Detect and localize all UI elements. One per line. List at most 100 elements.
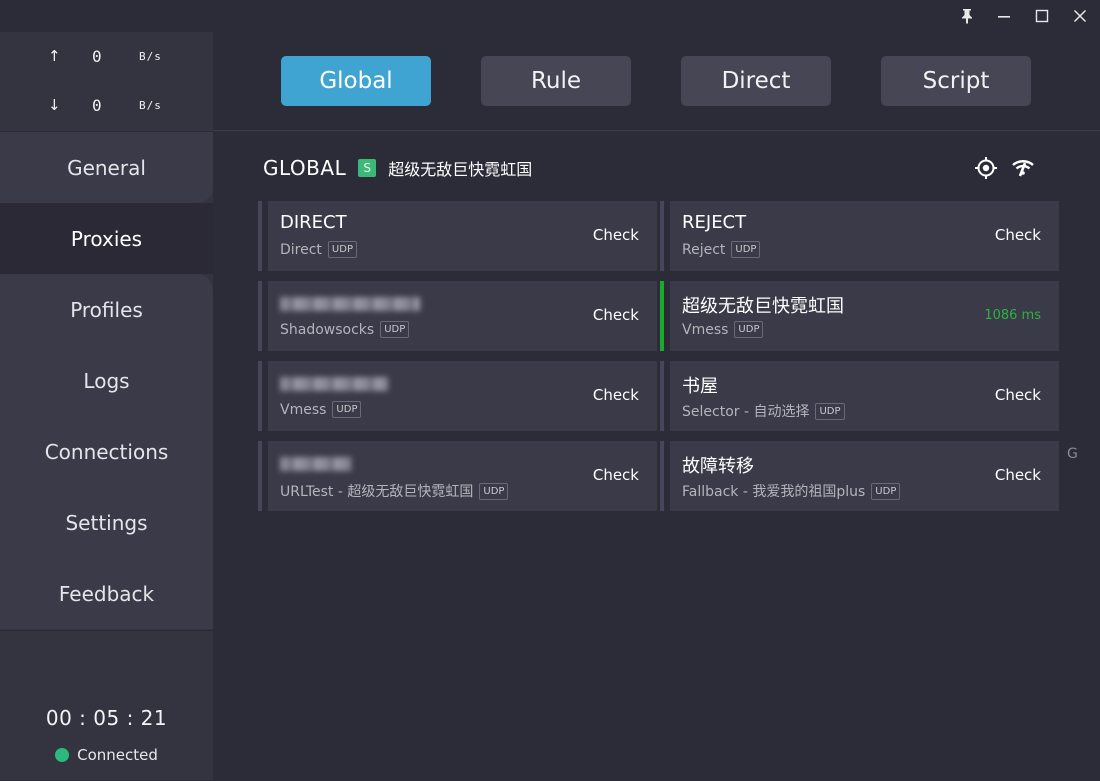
udp-badge: UDP [327, 241, 357, 258]
mode-rule-button[interactable]: Rule [481, 56, 631, 106]
nav-label: Logs [83, 368, 130, 393]
proxy-card-shadowsocks[interactable]: Shadowsocks UDP Check [258, 281, 657, 351]
nav-item-feedback[interactable]: Feedback [0, 558, 213, 629]
proxy-type-label: Fallback - 我爱我的祖国plus [682, 484, 866, 500]
proxy-card-direct[interactable]: DIRECT Direct UDP Check [258, 201, 657, 271]
proxy-group-header: GLOBAL S 超级无敌巨快霓虹国 [263, 153, 532, 183]
nav-item-settings[interactable]: Settings [0, 487, 213, 558]
proxy-type: URLTest - 超级无敌巨快霓虹国 UDP [280, 481, 509, 501]
locate-icon[interactable] [973, 155, 999, 181]
udp-badge: UDP [332, 401, 362, 418]
proxy-type: Fallback - 我爱我的祖国plus UDP [682, 481, 901, 501]
close-icon[interactable] [1067, 4, 1093, 28]
maximize-icon[interactable] [1029, 4, 1055, 28]
mode-global-button[interactable]: Global [281, 56, 431, 106]
udp-badge: UDP [380, 321, 410, 338]
check-button[interactable]: Check [593, 386, 639, 404]
proxy-type: Shadowsocks UDP [280, 321, 410, 338]
proxy-card-urltest[interactable]: URLTest - 超级无敌巨快霓虹国 UDP Check [258, 441, 657, 511]
proxy-type-label: Selector - 自动选择 [682, 404, 810, 420]
status-label: Connected [77, 746, 158, 764]
uptime-timer: 00 : 05 : 21 [45, 706, 168, 730]
nav-item-general[interactable]: General [0, 132, 213, 203]
udp-badge: UDP [815, 402, 845, 420]
proxy-name: DIRECT [280, 212, 347, 233]
proxy-type-label: Vmess [280, 401, 327, 418]
latency-value: 1086 ms [984, 308, 1041, 323]
card-indicator [660, 201, 664, 271]
connection-status: Connected [0, 746, 213, 764]
proxy-name: 故障转移 [682, 456, 754, 477]
main-panel: Global Rule Direct Script GLOBAL S 超级无敌巨… [213, 32, 1100, 780]
card-indicator-active [660, 281, 664, 351]
proxy-type-label: URLTest - 超级无敌巨快霓虹国 [280, 484, 474, 500]
card-indicator [660, 441, 664, 511]
download-arrow-icon: ↓ [48, 96, 61, 114]
proxy-card-vmess[interactable]: Vmess UDP Check [258, 361, 657, 431]
proxy-type: Vmess UDP [280, 401, 362, 418]
proxy-type: Selector - 自动选择 UDP [682, 401, 845, 421]
upload-speed: ↑ 0 B/s [0, 47, 213, 67]
card-indicator [258, 281, 262, 351]
nav-label: General [67, 155, 146, 180]
proxy-card-selector[interactable]: 书屋 Selector - 自动选择 UDP Check [660, 361, 1059, 431]
udp-badge: UDP [479, 482, 509, 500]
proxy-type-label: Vmess [682, 321, 729, 338]
download-speed: ↓ 0 B/s [0, 96, 213, 116]
mode-script-button[interactable]: Script [881, 56, 1031, 106]
nav-label: Proxies [70, 226, 143, 251]
group-type-badge: S [358, 159, 377, 177]
check-button[interactable]: Check [593, 306, 639, 324]
proxy-name: REJECT [682, 212, 747, 233]
sidebar: ↑ 0 B/s ↓ 0 B/s General Proxies Profiles… [0, 32, 213, 780]
mode-selector: Global Rule Direct Script [213, 32, 1100, 131]
minimize-icon[interactable] [991, 4, 1017, 28]
proxy-card-fallback[interactable]: 故障转移 Fallback - 我爱我的祖国plus UDP Check [660, 441, 1059, 511]
card-indicator [258, 201, 262, 271]
nav-label: Connections [44, 439, 169, 464]
group-selected-proxy: 超级无敌巨快霓虹国 [388, 160, 533, 179]
mode-direct-button[interactable]: Direct [681, 56, 831, 106]
nav-item-connections[interactable]: Connections [0, 416, 213, 487]
traffic-speed-panel: ↑ 0 B/s ↓ 0 B/s [0, 32, 213, 132]
card-indicator [258, 361, 262, 431]
latency-test-icon[interactable] [1010, 155, 1036, 181]
nav-item-logs[interactable]: Logs [0, 345, 213, 416]
nav-item-profiles[interactable]: Profiles [0, 274, 213, 345]
check-button[interactable]: Check [593, 226, 639, 244]
title-bar [0, 0, 1100, 32]
proxy-type-label: Shadowsocks [280, 321, 375, 338]
proxy-name: 超级无敌巨快霓虹国 [682, 296, 844, 317]
download-value: 0 [92, 96, 102, 115]
upload-unit: B/s [139, 50, 162, 63]
proxy-type: Reject UDP [682, 241, 761, 258]
check-button[interactable]: Check [995, 466, 1041, 484]
redacted-proxy-name [280, 377, 388, 391]
check-button[interactable]: Check [995, 386, 1041, 404]
status-dot-icon [55, 748, 70, 762]
proxy-name: 书屋 [682, 376, 718, 397]
connection-status-panel: 00 : 05 : 21 Connected [0, 630, 213, 781]
udp-badge: UDP [731, 241, 761, 258]
proxy-type: Direct UDP [280, 241, 357, 258]
nav-item-proxies[interactable]: Proxies [0, 203, 213, 274]
proxy-card-selected[interactable]: 超级无敌巨快霓虹国 Vmess UDP 1086 ms [660, 281, 1059, 351]
udp-badge: UDP [734, 321, 764, 338]
card-indicator [258, 441, 262, 511]
proxy-card-reject[interactable]: REJECT Reject UDP Check [660, 201, 1059, 271]
proxy-type-label: Reject [682, 241, 726, 258]
check-button[interactable]: Check [593, 466, 639, 484]
proxy-type-label: Direct [280, 241, 322, 258]
nav-label: Profiles [70, 297, 143, 322]
pin-icon[interactable] [954, 4, 980, 28]
nav-label: Settings [65, 510, 148, 535]
redacted-proxy-name [280, 297, 420, 311]
nav-label: Feedback [58, 581, 155, 606]
edge-letter: G [1067, 446, 1078, 462]
upload-value: 0 [92, 47, 102, 66]
check-button[interactable]: Check [995, 226, 1041, 244]
card-indicator [660, 361, 664, 431]
redacted-proxy-name [280, 457, 352, 471]
proxy-type: Vmess UDP [682, 321, 764, 338]
group-title: GLOBAL [263, 156, 347, 180]
